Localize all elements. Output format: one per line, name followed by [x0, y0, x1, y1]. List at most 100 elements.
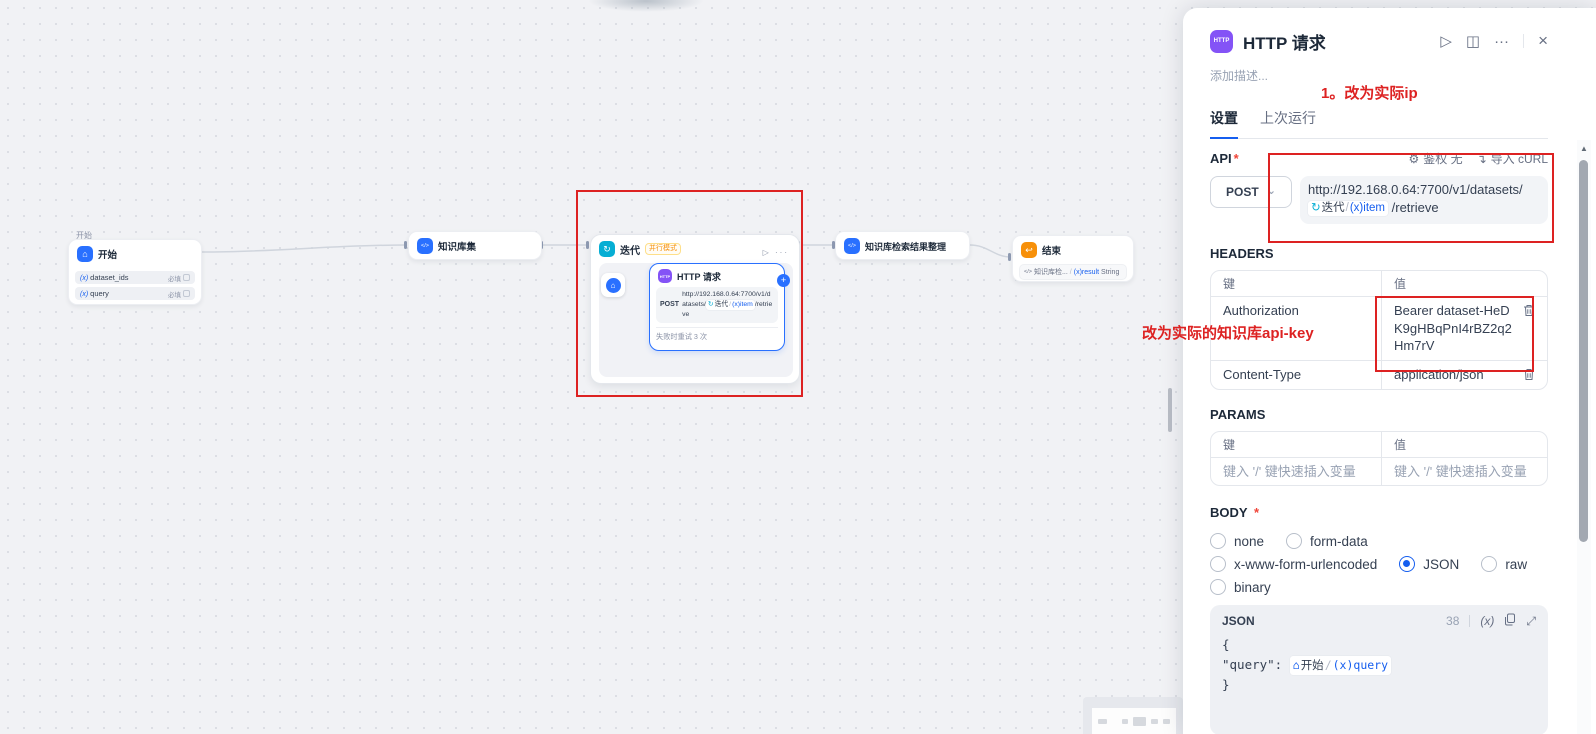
- scrollbar-thumb[interactable]: [1579, 160, 1588, 542]
- minimap-node: [1151, 719, 1159, 724]
- tab-last-run[interactable]: 上次运行: [1260, 108, 1316, 138]
- json-key: "query":: [1222, 657, 1282, 672]
- chip-node: 迭代: [715, 300, 729, 310]
- auth-button[interactable]: 鉴权 无: [1423, 150, 1462, 167]
- iteration-title: 迭代: [620, 242, 640, 257]
- more-button[interactable]: ···: [1494, 33, 1509, 50]
- close-button[interactable]: ×: [1538, 31, 1548, 51]
- method-select[interactable]: POST ⌄: [1210, 176, 1292, 208]
- radio-x-www-form-urlencoded[interactable]: x-www-form-urlencoded: [1210, 556, 1377, 572]
- param-value-input[interactable]: 键入 '/' 键快速插入变量: [1394, 463, 1535, 481]
- tab-settings[interactable]: 设置: [1210, 108, 1238, 139]
- knowledge-set-node[interactable]: </> 知识库集: [408, 231, 542, 260]
- radio-label: none: [1234, 534, 1264, 549]
- minimap-node: [1133, 717, 1145, 726]
- required-star: *: [1254, 505, 1259, 520]
- workflow-editor: 开始 ⌂ 开始 (x)dataset_ids 必填 (x)query 必填 </…: [0, 0, 1596, 734]
- header-key[interactable]: Content-Type: [1223, 366, 1369, 384]
- radio-circle: [1286, 533, 1302, 549]
- json-line: "query": ⌂开始/(x)query: [1222, 655, 1536, 675]
- radio-circle-selected: [1399, 556, 1415, 572]
- params-section-label: PARAMS: [1210, 407, 1548, 422]
- end-icon: ↩: [1021, 242, 1037, 258]
- run-button[interactable]: ▷: [1440, 32, 1452, 50]
- start-node[interactable]: ⌂ 开始 (x)dataset_ids 必填 (x)query 必填: [68, 239, 202, 305]
- api-section-label: API: [1210, 151, 1232, 166]
- radio-circle: [1210, 556, 1226, 572]
- split-view-button[interactable]: ◫: [1466, 32, 1480, 50]
- json-line: }: [1222, 675, 1536, 695]
- table-row[interactable]: 键入 '/' 键快速插入变量 键入 '/' 键快速插入变量: [1211, 457, 1547, 486]
- header-value[interactable]: Bearer dataset-HeDK9gHBqPnI4rBZ2q2Hm7rV: [1394, 302, 1517, 355]
- edge-handle[interactable]: [404, 241, 407, 249]
- panel-scrollbar[interactable]: ▲: [1577, 140, 1591, 734]
- add-node-button[interactable]: +: [777, 274, 790, 287]
- radio-binary[interactable]: binary: [1210, 579, 1271, 595]
- panel-title: HTTP 请求: [1243, 29, 1440, 54]
- iteration-actions[interactable]: ▷ ···: [763, 248, 789, 257]
- json-editor-content[interactable]: { "query": ⌂开始/(x)query }: [1222, 635, 1536, 695]
- editor-divider: [1469, 615, 1470, 627]
- end-title: 结束: [1042, 243, 1061, 257]
- minimap-node: [1098, 719, 1107, 724]
- retry-info: 失败时重试 3 次: [656, 327, 778, 342]
- radio-form-data[interactable]: form-data: [1286, 533, 1368, 549]
- body-type-radios: none form-data x-www-form-urlencoded JSO…: [1210, 533, 1548, 595]
- iteration-node[interactable]: ↻ 迭代 并行模式 ▷ ··· ⌂ HTTP HTTP 请求 + POST ht…: [590, 234, 800, 384]
- http-icon: HTTP: [658, 269, 672, 283]
- iteration-start-node[interactable]: ⌂: [601, 273, 625, 297]
- start-var-query[interactable]: (x)query 必填: [75, 287, 195, 300]
- output-var: result: [1082, 269, 1099, 276]
- trash-icon[interactable]: [1523, 368, 1535, 384]
- headers-value-col: 值: [1381, 271, 1547, 296]
- minimap[interactable]: [1083, 697, 1183, 734]
- edge-handle[interactable]: [1008, 253, 1011, 261]
- code-icon: </>: [844, 238, 860, 254]
- radio-label: JSON: [1423, 557, 1459, 572]
- code-icon: </>: [1024, 269, 1032, 275]
- organize-node[interactable]: </> 知识库检索结果整理: [835, 231, 970, 260]
- canvas-scrollbar[interactable]: [1168, 388, 1172, 432]
- end-node[interactable]: ↩ 结束 </> 知识库检... / (x)result String: [1012, 235, 1134, 282]
- table-row[interactable]: Content-Type application/json: [1211, 360, 1547, 389]
- radio-json[interactable]: JSON: [1399, 556, 1459, 572]
- chevron-down-icon: ⌄: [1267, 184, 1276, 197]
- end-output-row: </> 知识库检... / (x)result String: [1019, 264, 1127, 280]
- copy-icon[interactable]: [1504, 613, 1516, 629]
- radio-label: binary: [1234, 580, 1271, 595]
- edge-handle[interactable]: [586, 241, 589, 249]
- import-curl-button[interactable]: 导入 cURL: [1491, 150, 1548, 167]
- http-mini-title: HTTP 请求: [677, 270, 721, 283]
- output-source: 知识库检...: [1034, 267, 1068, 277]
- url-input[interactable]: http://192.168.0.64:7700/v1/datasets/↻迭代…: [1300, 176, 1548, 224]
- variable-icon: (x): [1333, 658, 1354, 672]
- required-badge: 必填: [168, 273, 181, 283]
- http-request-mini-node[interactable]: HTTP HTTP 请求 + POST http://192.168.0.64:…: [649, 263, 785, 351]
- start-var-dataset-ids[interactable]: (x)dataset_ids 必填: [75, 271, 195, 284]
- body-section-label: BODY: [1210, 505, 1248, 520]
- radio-circle: [1481, 556, 1497, 572]
- knowledge-set-title: 知识库集: [438, 239, 476, 253]
- variable-icon[interactable]: (x): [1480, 614, 1494, 628]
- minimap-node: [1163, 719, 1170, 724]
- expand-icon[interactable]: ⤢: [1526, 614, 1536, 629]
- param-key-input[interactable]: 键入 '/' 键快速插入变量: [1223, 463, 1369, 481]
- chip-node: 迭代: [1322, 201, 1345, 217]
- variable-icon: (x): [80, 291, 88, 298]
- output-type: String: [1101, 269, 1119, 276]
- chip-var: item: [740, 301, 753, 308]
- radio-circle: [1210, 579, 1226, 595]
- radio-circle: [1210, 533, 1226, 549]
- field-type-icon: [183, 290, 190, 297]
- json-editor[interactable]: JSON 38 (x) ⤢ { "query": ⌂开始/(x)query }: [1210, 605, 1548, 734]
- variable-icon: (x): [1350, 202, 1363, 214]
- scroll-up-arrow[interactable]: ▲: [1577, 140, 1591, 153]
- variable-icon: (x): [80, 275, 88, 282]
- header-key[interactable]: Authorization: [1223, 302, 1369, 320]
- trash-icon[interactable]: [1523, 304, 1535, 320]
- header-value[interactable]: application/json: [1394, 366, 1517, 384]
- radio-raw[interactable]: raw: [1481, 556, 1527, 572]
- params-table: 键 值 键入 '/' 键快速插入变量 键入 '/' 键快速插入变量: [1210, 431, 1548, 487]
- variable-name: dataset_ids: [90, 273, 128, 282]
- radio-none[interactable]: none: [1210, 533, 1264, 549]
